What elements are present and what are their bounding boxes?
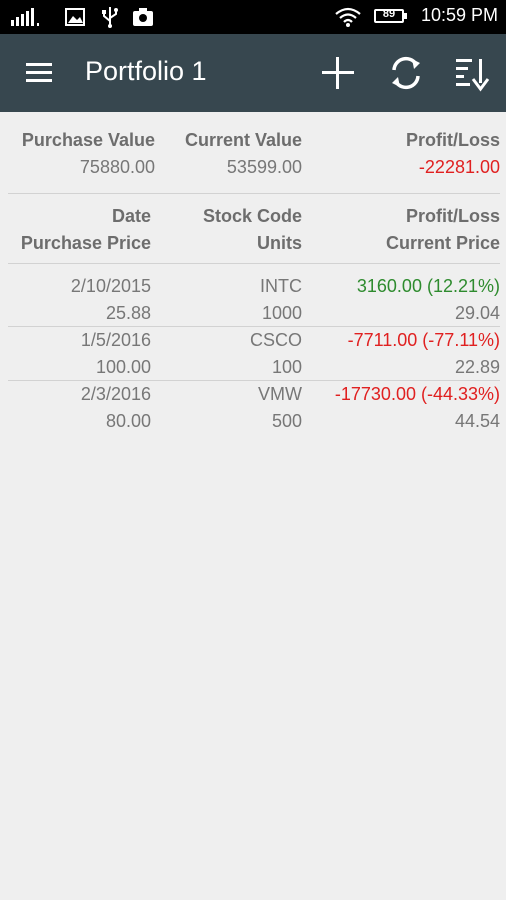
row-units: 100	[271, 357, 302, 377]
wifi-icon	[335, 7, 361, 27]
divider	[8, 326, 500, 327]
status-bar: 89 10:59 PM	[0, 0, 506, 34]
row-profit-loss: -7711.00 (-77.11%)	[347, 330, 500, 350]
row-current-price: 44.54	[454, 411, 500, 431]
purchase-price-header: Purchase Price	[20, 233, 151, 253]
units-header: Units	[257, 233, 302, 253]
row-date: 2/10/2015	[70, 276, 151, 296]
table-row[interactable]: 2/10/2015 INTC 3160.00 (12.21%) 25.88 10…	[8, 276, 500, 330]
summary-value-row: 75880.00 53599.00 -22281.00	[8, 157, 500, 181]
profit-loss-header: Profit/Loss	[405, 206, 500, 226]
row-current-price: 29.04	[454, 303, 500, 323]
battery-icon: 89	[374, 8, 404, 23]
current-price-header: Current Price	[385, 233, 500, 253]
row-purchase-price: 80.00	[105, 411, 151, 431]
row-stock-code: CSCO	[249, 330, 302, 350]
divider	[8, 263, 500, 264]
summary-purchase-value: 75880.00	[79, 157, 155, 177]
row-current-price: 22.89	[454, 357, 500, 377]
row-units: 500	[271, 411, 302, 431]
table-subheader-row: Purchase Price Units Current Price	[8, 233, 500, 257]
signal-icon	[11, 8, 39, 26]
divider	[8, 193, 500, 194]
table-row[interactable]: 2/3/2016 VMW -17730.00 (-44.33%) 80.00 5…	[8, 384, 500, 438]
row-purchase-price: 100.00	[95, 357, 151, 377]
row-units: 1000	[261, 303, 302, 323]
menu-icon[interactable]	[22, 59, 58, 87]
row-profit-loss: 3160.00 (12.21%)	[356, 276, 500, 296]
summary-purchase-value-header: Purchase Value	[21, 130, 155, 150]
summary-profit-loss: -22281.00	[418, 157, 500, 177]
table-header-row: Date Stock Code Profit/Loss	[8, 206, 500, 230]
table-row[interactable]: 1/5/2016 CSCO -7711.00 (-77.11%) 100.00 …	[8, 330, 500, 384]
usb-icon	[102, 7, 118, 28]
summary-header-row: Purchase Value Current Value Profit/Loss	[8, 130, 500, 154]
page-title: Portfolio 1	[85, 56, 207, 86]
status-time: 10:59 PM	[420, 5, 498, 25]
battery-level: 89	[382, 8, 396, 20]
row-profit-loss: -17730.00 (-44.33%)	[334, 384, 500, 404]
row-date: 2/3/2016	[80, 384, 151, 404]
row-stock-code: VMW	[258, 384, 302, 404]
stock-code-header: Stock Code	[202, 206, 302, 226]
divider	[8, 380, 500, 381]
summary-profit-loss-header: Profit/Loss	[405, 130, 500, 150]
summary-current-value-header: Current Value	[184, 130, 302, 150]
row-date: 1/5/2016	[80, 330, 151, 350]
row-purchase-price: 25.88	[105, 303, 151, 323]
add-icon[interactable]	[318, 53, 358, 93]
app-bar: Portfolio 1	[0, 34, 506, 112]
date-header: Date	[111, 206, 151, 226]
refresh-icon[interactable]	[386, 53, 426, 93]
summary-current-value: 53599.00	[226, 157, 302, 177]
sort-icon[interactable]	[452, 53, 492, 93]
row-stock-code: INTC	[260, 276, 302, 296]
camera-icon	[133, 8, 153, 26]
image-icon	[65, 8, 85, 26]
